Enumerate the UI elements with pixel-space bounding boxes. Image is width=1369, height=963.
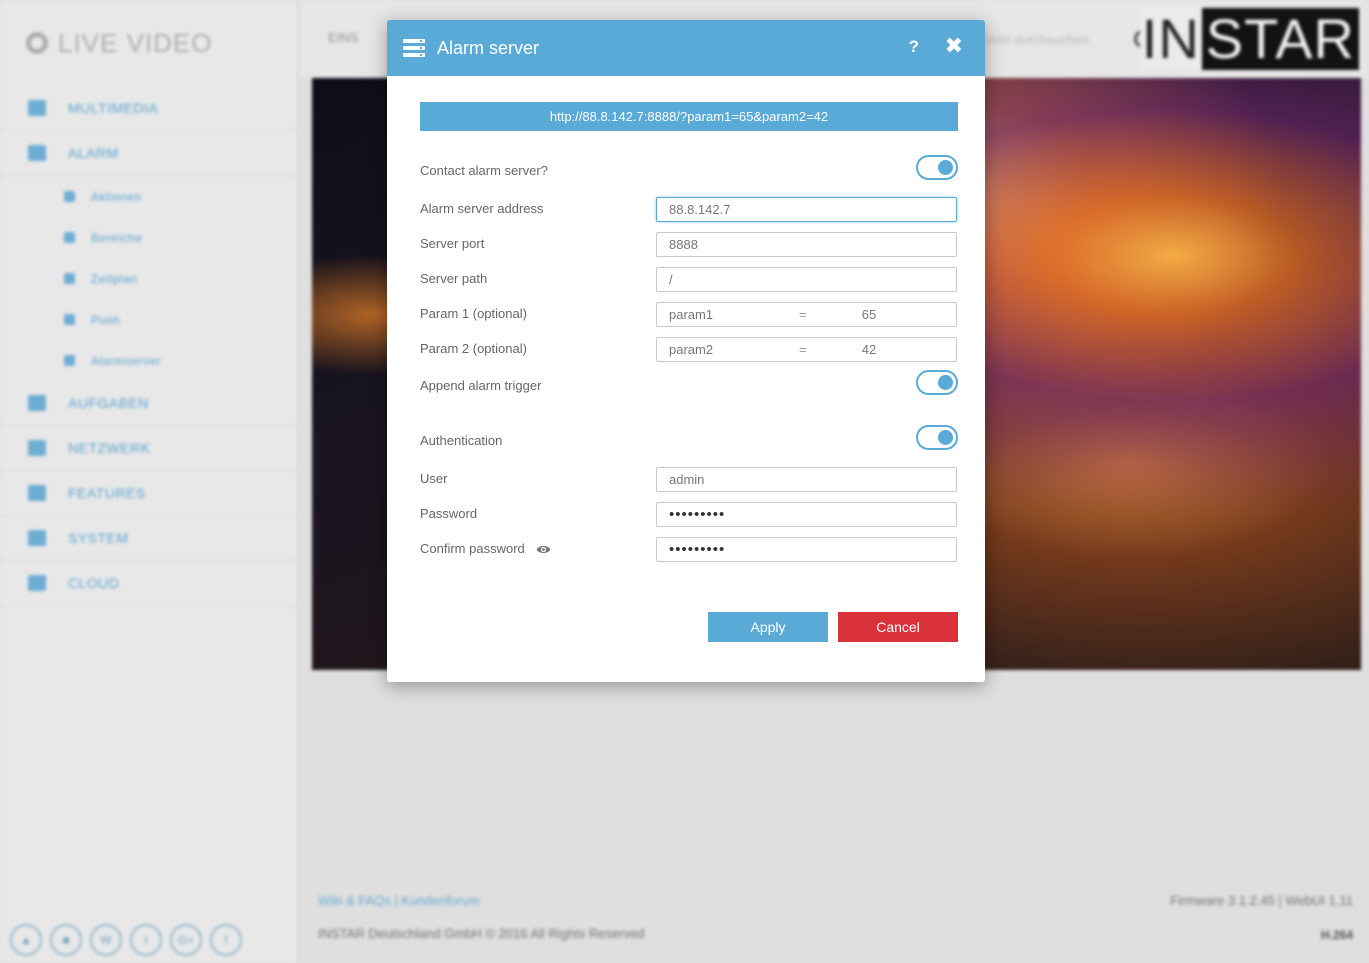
port-label: Server port	[420, 236, 485, 251]
auth-toggle[interactable]	[916, 425, 958, 450]
password-row: Password •••••••••	[420, 502, 958, 528]
server-icon	[403, 39, 425, 57]
confirm-password-field[interactable]: •••••••••	[656, 537, 957, 562]
toggle-knob	[938, 375, 953, 390]
cancel-button[interactable]: Cancel	[838, 612, 958, 642]
dialog-header: Alarm server ? ✖	[387, 20, 985, 76]
apply-button[interactable]: Apply	[708, 612, 828, 642]
path-field[interactable]: /	[656, 267, 957, 292]
append-label: Append alarm trigger	[420, 378, 542, 393]
help-icon[interactable]: ?	[909, 37, 919, 57]
contact-label: Contact alarm server?	[420, 163, 548, 178]
param1-equals: =	[799, 307, 807, 322]
eye-icon[interactable]	[536, 543, 551, 558]
path-row: Server path /	[420, 267, 958, 293]
param1-field[interactable]: param1 = 65	[656, 302, 957, 327]
alarm-server-dialog: Alarm server ? ✖ http://88.8.142.7:8888/…	[387, 20, 985, 682]
toggle-knob	[938, 160, 953, 175]
password-label: Password	[420, 506, 478, 521]
param1-key[interactable]: param1	[669, 307, 799, 322]
append-row: Append alarm trigger	[420, 370, 958, 400]
param2-label: Param 2 (optional)	[420, 341, 527, 356]
port-field[interactable]: 8888	[656, 232, 957, 257]
confirm-row: Confirm password •••••••••	[420, 537, 958, 563]
url-preview: http://88.8.142.7:8888/?param1=65&param2…	[420, 102, 958, 131]
dialog-title: Alarm server	[437, 37, 540, 58]
toggle-knob	[938, 430, 953, 445]
contact-row: Contact alarm server?	[420, 155, 958, 185]
param2-value[interactable]: 42	[839, 342, 899, 357]
param1-value[interactable]: 65	[839, 307, 899, 322]
param2-field[interactable]: param2 = 42	[656, 337, 957, 362]
user-row: User admin	[420, 467, 958, 493]
append-toggle[interactable]	[916, 370, 958, 395]
contact-toggle[interactable]	[916, 155, 958, 180]
param2-equals: =	[799, 342, 807, 357]
port-row: Server port 8888	[420, 232, 958, 258]
param2-row: Param 2 (optional) param2 = 42	[420, 337, 958, 363]
address-field[interactable]: 88.8.142.7	[656, 197, 957, 222]
user-field[interactable]: admin	[656, 467, 957, 492]
confirm-label-group: Confirm password	[420, 541, 551, 558]
confirm-label: Confirm password	[420, 541, 525, 556]
param1-row: Param 1 (optional) param1 = 65	[420, 302, 958, 328]
password-field[interactable]: •••••••••	[656, 502, 957, 527]
auth-row: Authentication	[420, 425, 958, 455]
param1-label: Param 1 (optional)	[420, 306, 527, 321]
close-icon[interactable]: ✖	[945, 33, 963, 59]
address-label: Alarm server address	[420, 201, 544, 216]
param2-key[interactable]: param2	[669, 342, 799, 357]
auth-label: Authentication	[420, 433, 503, 448]
user-label: User	[420, 471, 448, 486]
address-row: Alarm server address 88.8.142.7	[420, 197, 958, 223]
path-label: Server path	[420, 271, 488, 286]
